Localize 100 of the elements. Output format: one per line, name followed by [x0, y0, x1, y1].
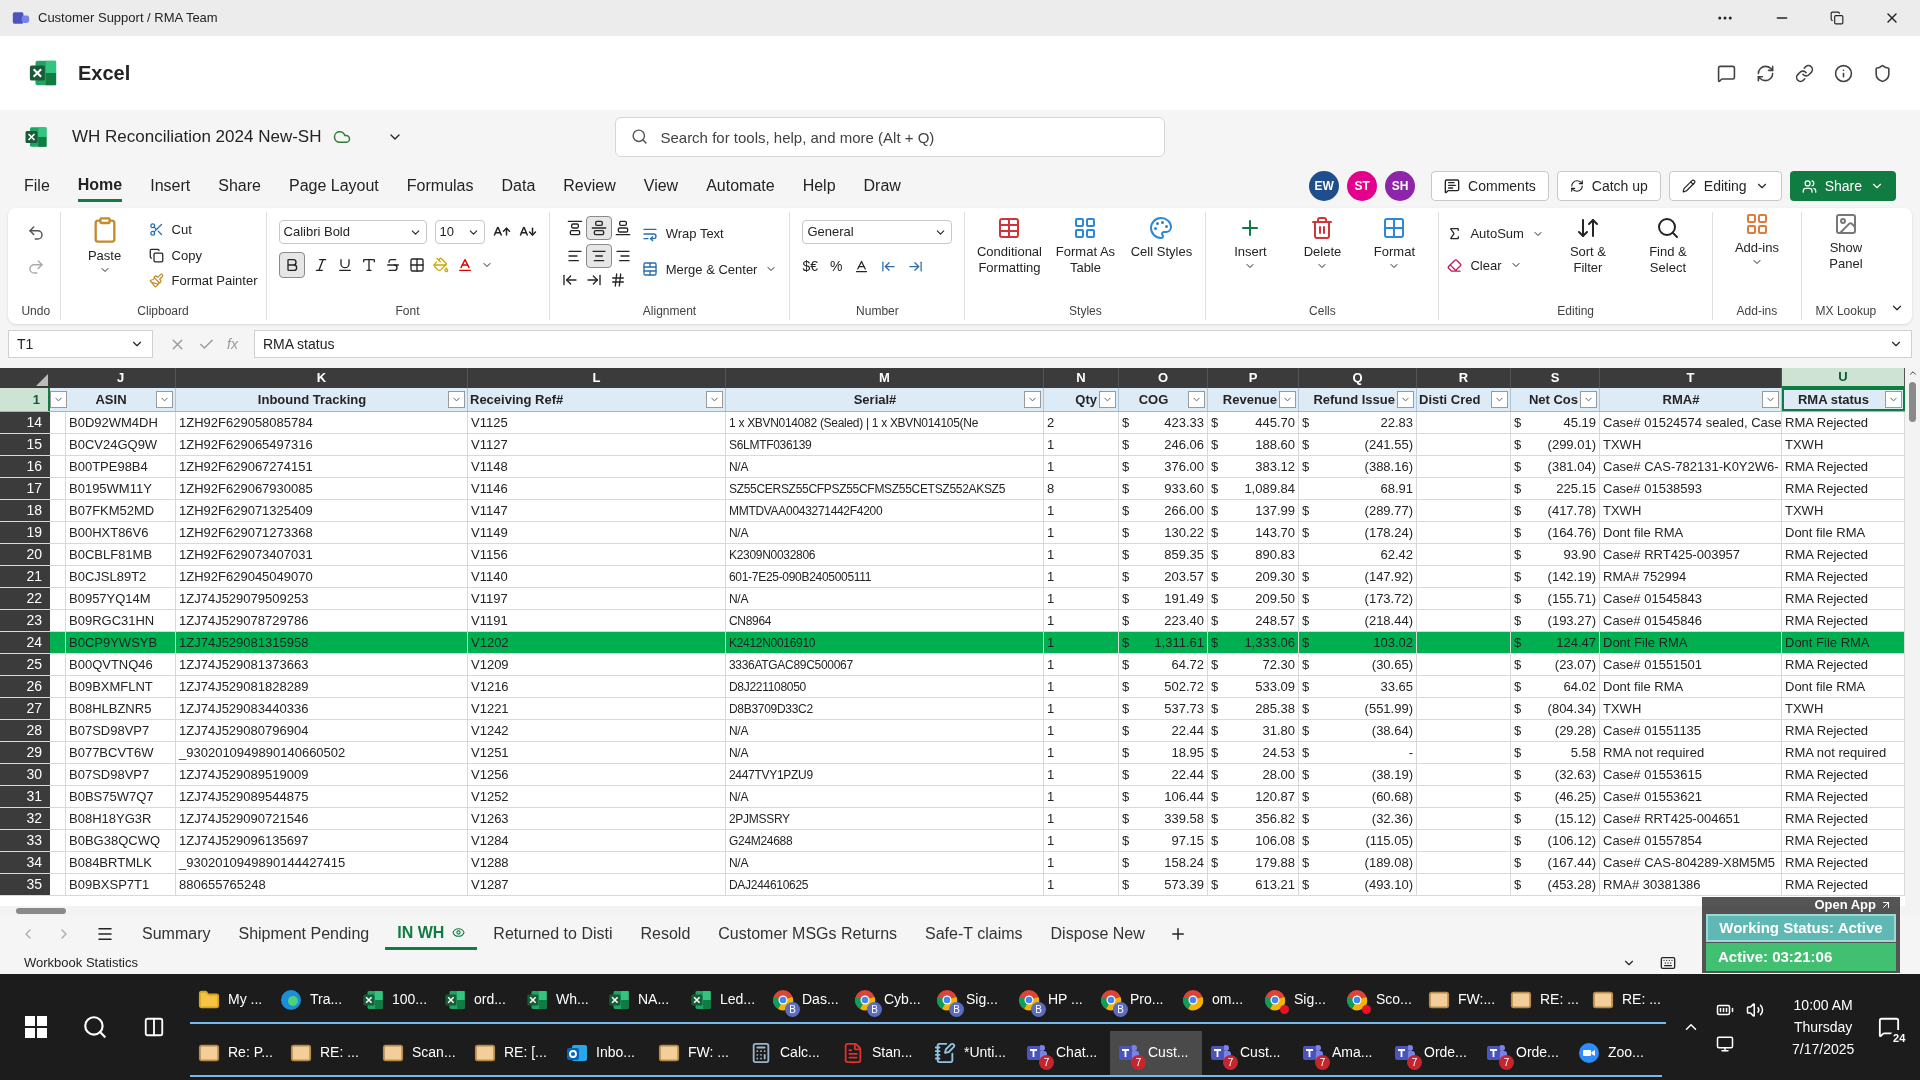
taskbar-item[interactable]: RE: ...: [282, 1030, 374, 1077]
increase-indent-icon[interactable]: [585, 272, 602, 288]
catch-up-button[interactable]: Catch up: [1556, 171, 1661, 201]
start-icon[interactable]: [25, 1016, 48, 1038]
scrollbar-thumb[interactable]: [16, 908, 66, 914]
sheet-tab[interactable]: Dispose New: [1038, 918, 1157, 950]
sheet-tab[interactable]: Returned to Disti: [481, 918, 625, 950]
taskbar-item[interactable]: Tra...: [272, 977, 354, 1024]
sheet-tab[interactable]: Resold: [628, 918, 703, 950]
font-name-field[interactable]: Calibri Bold: [278, 220, 427, 244]
taskbar-item[interactable]: Calc...: [742, 1030, 834, 1077]
shield-icon[interactable]: [1873, 63, 1892, 83]
taskbar-item[interactable]: 7 Orde...: [1478, 1030, 1570, 1077]
fill-color-icon[interactable]: [432, 257, 449, 273]
menu-tab[interactable]: Insert: [150, 170, 191, 202]
ribbon-button[interactable]: Format: [1358, 216, 1431, 272]
filter-dropdown-button[interactable]: [1580, 391, 1597, 408]
keyboard-icon[interactable]: [1660, 955, 1676, 971]
ribbon-button[interactable]: Paste: [68, 216, 141, 291]
refresh-icon[interactable]: [1756, 63, 1775, 83]
taskbar-item[interactable]: Sig...: [1256, 977, 1338, 1024]
menu-tab[interactable]: Page Layout: [288, 170, 379, 202]
search-field[interactable]: Search for tools, help, and more (Alt + Q): [615, 117, 1166, 157]
menu-tab[interactable]: View: [643, 170, 679, 202]
bold-button[interactable]: [278, 252, 305, 278]
filter-dropdown-button[interactable]: [1279, 391, 1296, 408]
clipboard-button[interactable]: Cut: [148, 220, 258, 240]
all-sheets-icon[interactable]: [96, 925, 114, 943]
filter-dropdown-button[interactable]: [156, 391, 173, 408]
taskbar-item[interactable]: Re: P...: [190, 1030, 282, 1077]
ribbon-button[interactable]: Insert: [1214, 216, 1287, 272]
select-all-icon[interactable]: [36, 374, 48, 386]
horizontal-align-button[interactable]: [585, 244, 612, 268]
taskbar-item[interactable]: Stan...: [834, 1030, 926, 1077]
taskbar-item[interactable]: ord...: [436, 977, 518, 1024]
taskbar-item[interactable]: FW: ...: [650, 1030, 742, 1077]
font-color-icon[interactable]: [456, 257, 473, 273]
filter-dropdown-button[interactable]: [50, 391, 67, 408]
decrease-decimal-icon[interactable]: [908, 259, 924, 274]
ribbon-button[interactable]: Delete: [1286, 216, 1359, 272]
taskbar-item[interactable]: RE: ...: [1584, 977, 1666, 1024]
borders-icon[interactable]: [408, 257, 425, 273]
taskbar-item[interactable]: 7 Orde...: [1386, 1030, 1478, 1077]
filter-dropdown-button[interactable]: [1024, 391, 1041, 408]
autosum-button[interactable]: AutoSum: [1447, 224, 1544, 244]
taskbar-item[interactable]: My ...: [190, 977, 272, 1024]
vertical-align-button[interactable]: [585, 216, 612, 240]
menu-tab[interactable]: Automate: [706, 170, 775, 202]
taskbar-item[interactable]: 7 Ama...: [1294, 1030, 1386, 1077]
filter-dropdown-button[interactable]: [1885, 391, 1902, 408]
name-box[interactable]: T1: [8, 330, 153, 358]
filter-dropdown-button[interactable]: [1397, 391, 1414, 408]
merge-center-button[interactable]: Merge & Center: [641, 259, 778, 279]
filter-dropdown-button[interactable]: [1099, 391, 1116, 408]
menu-tab[interactable]: Help: [802, 170, 836, 202]
editing-button[interactable]: Editing: [1668, 171, 1782, 201]
taskbar-item[interactable]: B Pro...: [1092, 977, 1174, 1024]
display-icon[interactable]: [1716, 1035, 1734, 1053]
ribbon-button[interactable]: Find & Select: [1631, 216, 1704, 276]
ribbon-button[interactable]: Add-ins: [1720, 212, 1793, 268]
sheet-tab[interactable]: Customer MSGs Returns: [706, 918, 910, 950]
filter-dropdown-button[interactable]: [1762, 391, 1779, 408]
sheet-tab[interactable]: Summary: [130, 918, 223, 950]
menu-tab[interactable]: Review: [563, 170, 616, 202]
ribbon-button[interactable]: Conditional Formatting: [973, 216, 1046, 276]
taskbar-item[interactable]: FW:...: [1420, 977, 1502, 1024]
ribbon-button[interactable]: Format As Table: [1049, 216, 1122, 276]
taskbar-item[interactable]: Inbo...: [558, 1030, 650, 1077]
volume-icon[interactable]: [1746, 1001, 1764, 1019]
restore-icon[interactable]: [1830, 11, 1844, 25]
formula-field[interactable]: RMA status: [253, 330, 1912, 358]
sheet-tab[interactable]: Safe-T claims: [913, 918, 1035, 950]
column-header[interactable]: U: [1782, 368, 1905, 388]
filter-dropdown-button[interactable]: [706, 391, 723, 408]
info-icon[interactable]: [1834, 63, 1853, 83]
taskbar-item[interactable]: 7 Cust...: [1110, 1030, 1202, 1077]
number-style-button[interactable]: $€: [802, 256, 819, 277]
filter-dropdown-button[interactable]: [448, 391, 465, 408]
taskbar-item[interactable]: Led...: [682, 977, 764, 1024]
comments-button[interactable]: Comments: [1431, 171, 1549, 201]
scrollbar-thumb[interactable]: [1909, 382, 1916, 422]
taskbar-item[interactable]: Wh...: [518, 977, 600, 1024]
taskbar-item[interactable]: om...: [1174, 977, 1256, 1024]
taskbar-item[interactable]: B Sig...: [928, 977, 1010, 1024]
undo-icon[interactable]: [26, 224, 45, 242]
taskbar-item[interactable]: Zoo...: [1570, 1030, 1662, 1077]
ribbon-button[interactable]: Show Panel: [1809, 212, 1882, 272]
share-button[interactable]: Share: [1789, 171, 1896, 201]
underline-icon[interactable]: [336, 257, 353, 273]
taskbar-item[interactable]: 100...: [354, 977, 436, 1024]
menu-tab[interactable]: Home: [77, 170, 123, 202]
task-view-icon[interactable]: [142, 1016, 165, 1038]
taskbar-item[interactable]: NA...: [600, 977, 682, 1024]
taskbar-item[interactable]: RE: ...: [1502, 977, 1584, 1024]
taskbar-item[interactable]: Sco...: [1338, 977, 1420, 1024]
menu-tab[interactable]: Share: [218, 170, 261, 202]
scroll-up-icon[interactable]: [1907, 368, 1918, 378]
link-icon[interactable]: [1795, 63, 1814, 83]
menu-tab[interactable]: File: [24, 170, 50, 202]
clear-button[interactable]: Clear: [1447, 255, 1544, 275]
